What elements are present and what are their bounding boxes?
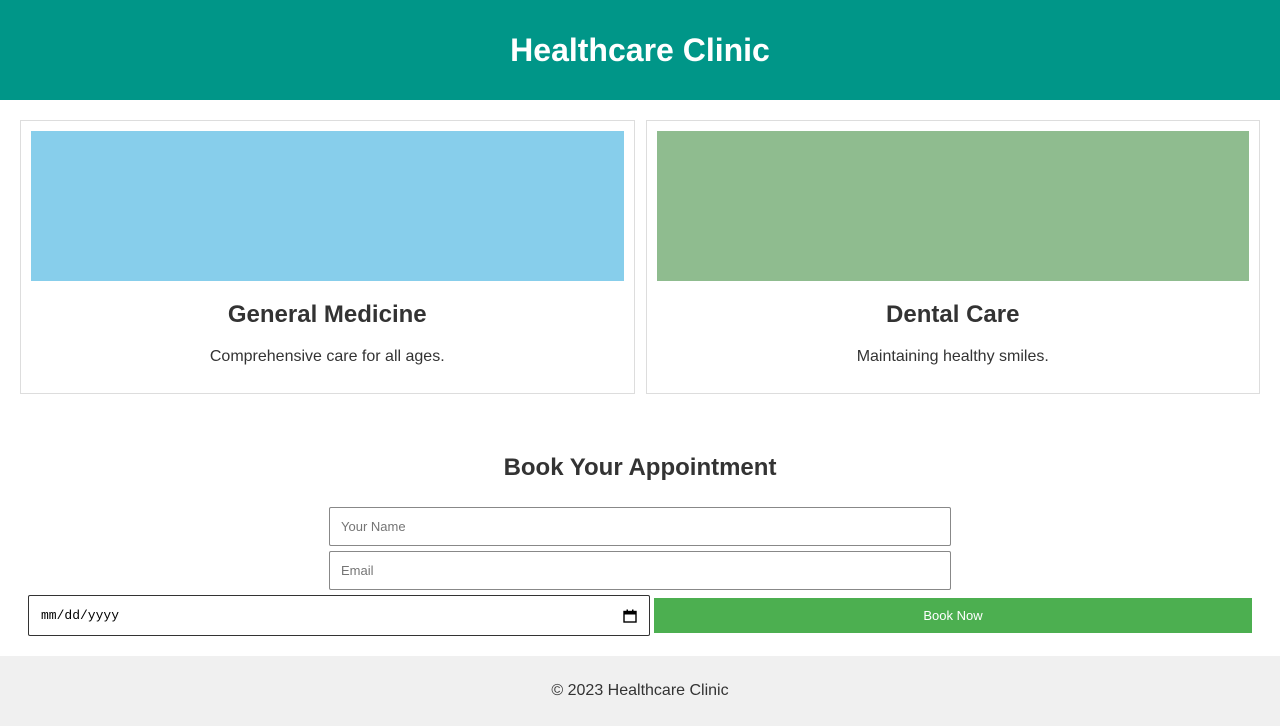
footer-copyright: © 2023 Healthcare Clinic xyxy=(551,682,729,699)
site-footer: © 2023 Healthcare Clinic xyxy=(0,656,1280,726)
service-title: General Medicine xyxy=(227,301,427,328)
booking-title: Book Your Appointment xyxy=(503,454,777,481)
booking-section: Book Your Appointment Your Name Email mm… xyxy=(0,454,1280,636)
service-card-general-medicine: General Medicine Comprehensive care for … xyxy=(20,120,635,394)
date-input[interactable]: mm/dd/yyyy xyxy=(28,595,650,636)
service-description: Maintaining healthy smiles. xyxy=(856,348,1049,365)
email-input[interactable]: Email xyxy=(329,551,951,590)
service-image-dental-care xyxy=(656,131,1249,281)
email-input-placeholder: Email xyxy=(341,563,374,578)
service-description: Comprehensive care for all ages. xyxy=(209,348,445,365)
service-image-general-medicine xyxy=(31,131,624,281)
book-now-button[interactable]: Book Now xyxy=(654,598,1252,633)
booking-row: mm/dd/yyyy Book Now xyxy=(0,595,1280,636)
booking-form: Your Name Email mm/dd/yyyy Book Now xyxy=(0,507,1280,636)
site-title: Healthcare Clinic xyxy=(510,31,770,68)
calendar-icon[interactable] xyxy=(623,609,637,623)
name-input-placeholder: Your Name xyxy=(341,519,406,534)
service-card-dental-care: Dental Care Maintaining healthy smiles. xyxy=(645,120,1260,394)
service-title: Dental Care xyxy=(886,301,1020,328)
services-section: General Medicine Comprehensive care for … xyxy=(0,100,1280,394)
site-header: Healthcare Clinic xyxy=(0,0,1280,100)
date-input-placeholder: mm/dd/yyyy xyxy=(41,608,120,623)
name-input[interactable]: Your Name xyxy=(329,507,951,546)
